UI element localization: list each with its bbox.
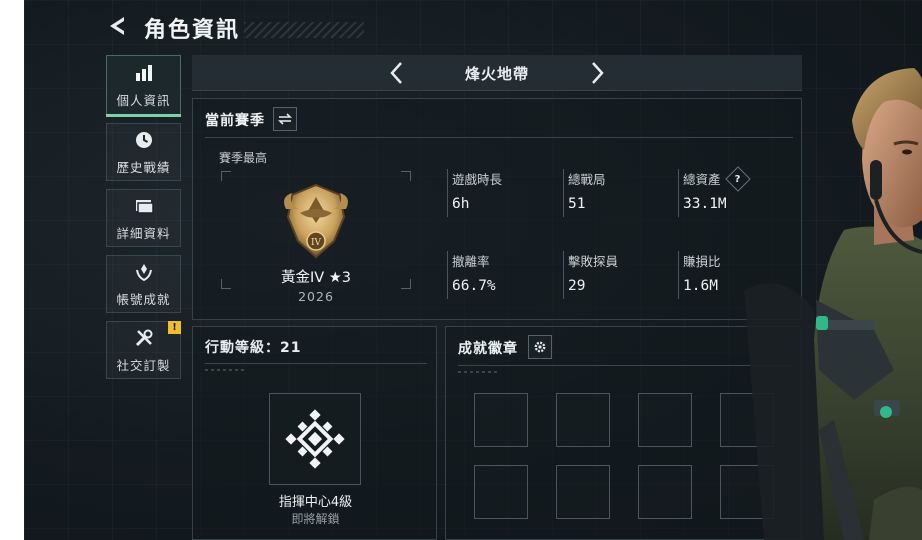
level-unlock-note: 即將解鎖 — [291, 512, 340, 526]
stat-value: 66.7% — [452, 278, 496, 294]
badge-slot[interactable] — [474, 393, 528, 447]
rank-name: 黃金IV ★3 — [280, 270, 352, 286]
season-subtitle: 賽季最高 — [219, 151, 268, 165]
divider — [205, 363, 427, 364]
nav-label: 帳號成就 — [116, 291, 171, 307]
gold-rank-emblem: IV — [284, 183, 348, 259]
stat-extract-rate: 撤離率 66.7% — [447, 251, 557, 299]
frame-corner — [401, 171, 411, 181]
divider — [205, 137, 793, 138]
map-selector: 烽火地帶 — [192, 55, 802, 91]
stat-value: 29 — [568, 278, 586, 294]
gear-icon — [534, 341, 546, 353]
badge-slot[interactable] — [556, 465, 610, 519]
bar-chart-icon — [133, 62, 155, 84]
operator-character-art — [744, 68, 922, 540]
action-level-panel: 行動等級：21 指揮中心4級 即將解鎖 — [192, 326, 437, 540]
tools-icon — [133, 327, 155, 349]
command-center-icon — [285, 409, 345, 469]
stat-value: 6h — [452, 196, 470, 212]
achievements-title: 成就徽章 — [458, 341, 518, 357]
badge-slot[interactable] — [474, 465, 528, 519]
laurel-icon — [133, 261, 155, 283]
nav-label: 歷史戰績 — [116, 159, 171, 175]
badge-slot[interactable] — [638, 465, 692, 519]
stat-operators-defeated: 擊敗探員 29 — [563, 251, 673, 299]
decoration — [458, 371, 498, 373]
badge-slot[interactable] — [556, 393, 610, 447]
back-arrow-icon — [110, 17, 124, 35]
swap-icon — [278, 113, 292, 125]
clock-icon — [133, 129, 155, 151]
role-info-screen: 角色資訊 個人資訊 歷史戰績 詳細資料 帳號成就 ! 社交訂製 烽火地帶 當前賽… — [24, 0, 922, 540]
header: 角色資訊 — [104, 8, 504, 44]
nav-item-personal-info[interactable]: 個人資訊 — [106, 55, 181, 117]
achievement-settings-button[interactable] — [528, 335, 552, 359]
season-panel: 當前賽季 賽季最高 IV 黃金IV ★3 2026 遊戲時長 6h 總戰局 51… — [192, 98, 802, 320]
nav-item-details[interactable]: 詳細資料 — [106, 189, 181, 247]
nav-item-history[interactable]: 歷史戰績 — [106, 123, 181, 181]
nav-label: 詳細資料 — [116, 225, 171, 241]
command-center-tile[interactable] — [269, 393, 361, 485]
nav-item-achievements[interactable]: 帳號成就 — [106, 255, 181, 313]
decoration — [205, 369, 245, 371]
badge-slot[interactable] — [638, 393, 692, 447]
chevron-right-icon — [592, 62, 604, 84]
back-button[interactable] — [104, 12, 132, 40]
nav-label: 社交訂製 — [116, 357, 171, 373]
page-title: 角色資訊 — [144, 18, 241, 43]
rank-year: 2026 — [298, 289, 334, 304]
rank-display: IV 黃金IV ★3 2026 — [221, 171, 411, 304]
stat-label: 撤離率 — [452, 254, 490, 269]
stat-total-matches: 總戰局 51 — [563, 169, 673, 217]
stat-value: 51 — [568, 196, 586, 212]
side-nav: 個人資訊 歷史戰績 詳細資料 帳號成就 ! 社交訂製 — [106, 55, 182, 387]
level-item-name: 指揮中心4級 — [278, 495, 353, 510]
stat-label: 遊戲時長 — [452, 172, 503, 187]
action-level-title: 行動等級：21 — [205, 340, 302, 356]
nav-label: 個人資訊 — [116, 92, 171, 108]
stat-label: 總資產 — [683, 172, 721, 187]
map-name: 烽火地帶 — [464, 65, 529, 83]
stat-play-time: 遊戲時長 6h — [447, 169, 557, 217]
stat-label: 總戰局 — [568, 172, 606, 187]
title-decoration — [244, 22, 364, 38]
rank-tier-mark: IV — [311, 238, 322, 248]
season-title: 當前賽季 — [205, 113, 265, 129]
frame-corner — [221, 171, 231, 181]
alert-badge: ! — [168, 321, 181, 334]
switch-season-button[interactable] — [273, 107, 297, 131]
next-map-button[interactable] — [584, 60, 610, 86]
nav-item-social[interactable]: ! 社交訂製 — [106, 321, 181, 379]
stat-label: 擊敗探員 — [568, 254, 619, 269]
folder-icon — [133, 195, 155, 217]
